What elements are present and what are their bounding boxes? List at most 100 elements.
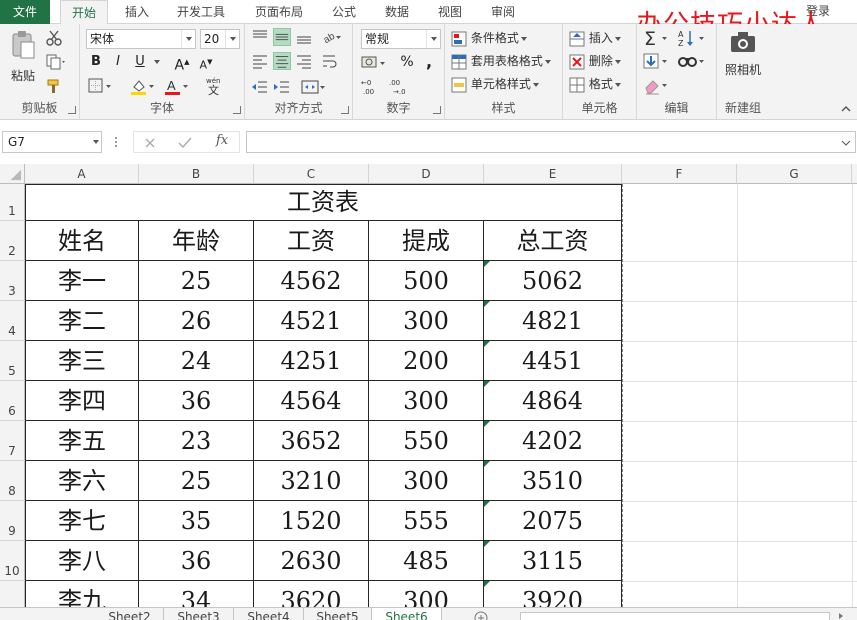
table-cell-commission[interactable]: 300 bbox=[369, 301, 484, 341]
table-cell-total[interactable]: 3510 bbox=[484, 461, 622, 501]
alignment-launcher[interactable] bbox=[341, 106, 349, 114]
table-cell-commission[interactable]: 300 bbox=[369, 581, 484, 607]
tab-insert[interactable]: 插入 bbox=[114, 0, 160, 24]
decrease-decimal-icon[interactable]: .00→.0 bbox=[389, 78, 411, 96]
row-header-11[interactable] bbox=[0, 581, 25, 607]
clipboard-launcher[interactable] bbox=[68, 106, 76, 114]
table-cell-commission[interactable]: 300 bbox=[369, 461, 484, 501]
cancel-icon[interactable] bbox=[144, 137, 156, 149]
table-cell-salary[interactable]: 3210 bbox=[254, 461, 369, 501]
font-color-icon[interactable]: A bbox=[164, 78, 190, 96]
name-box[interactable]: G7 bbox=[2, 131, 102, 153]
sheet-tab-sheet3[interactable]: Sheet3 bbox=[164, 608, 234, 620]
table-cell-salary[interactable]: 2630 bbox=[254, 541, 369, 581]
row-header-6[interactable]: 6 bbox=[0, 381, 25, 421]
table-cell-salary[interactable]: 4521 bbox=[254, 301, 369, 341]
tab-review[interactable]: 审阅 bbox=[480, 0, 526, 24]
expand-formula-bar-icon[interactable] bbox=[841, 140, 851, 146]
shrink-font-button[interactable]: A▼ bbox=[196, 52, 216, 72]
table-cell-salary[interactable]: 4251 bbox=[254, 341, 369, 381]
row-header-10[interactable]: 10 bbox=[0, 541, 25, 581]
wrap-text-icon[interactable] bbox=[321, 52, 343, 70]
sheet-tab-sheet4[interactable]: Sheet4 bbox=[234, 608, 304, 620]
align-bottom-icon[interactable] bbox=[295, 28, 313, 46]
table-cell-salary[interactable]: 3652 bbox=[254, 421, 369, 461]
grow-font-button[interactable]: A▲ bbox=[172, 52, 192, 74]
table-cell-name[interactable]: 李七 bbox=[25, 501, 139, 541]
table-cell-salary[interactable]: 1520 bbox=[254, 501, 369, 541]
paste-button[interactable]: 粘贴 bbox=[6, 30, 40, 86]
table-cell-age[interactable]: 36 bbox=[139, 541, 254, 581]
format-as-table-button[interactable]: 套用表格格式 bbox=[451, 51, 551, 71]
add-sheet-icon[interactable] bbox=[474, 611, 488, 620]
formula-input[interactable] bbox=[246, 131, 856, 153]
column-header-g[interactable]: G bbox=[737, 164, 852, 184]
fill-icon[interactable] bbox=[643, 52, 671, 72]
horizontal-scrollbar[interactable] bbox=[520, 612, 830, 620]
table-cell-name[interactable]: 李三 bbox=[25, 341, 139, 381]
fill-color-icon[interactable] bbox=[130, 78, 156, 96]
phonetic-guide-icon[interactable]: wén文 bbox=[204, 76, 226, 96]
row-header-8[interactable]: 8 bbox=[0, 461, 25, 501]
bold-button[interactable]: B bbox=[86, 52, 106, 72]
row-header-4[interactable]: 4 bbox=[0, 301, 25, 341]
orientation-icon[interactable]: ab bbox=[321, 28, 343, 46]
underline-button[interactable]: U bbox=[130, 52, 150, 72]
table-cell-total[interactable]: 4864 bbox=[484, 381, 622, 421]
sheet-tab-sheet6[interactable]: Sheet6 bbox=[372, 608, 442, 620]
tab-data[interactable]: 数据 bbox=[374, 0, 420, 24]
decrease-indent-icon[interactable] bbox=[251, 78, 269, 96]
table-cell-commission[interactable]: 550 bbox=[369, 421, 484, 461]
table-cell-name[interactable]: 李九 bbox=[25, 581, 139, 607]
table-cell-age[interactable]: 25 bbox=[139, 261, 254, 301]
table-cell-total[interactable]: 3920 bbox=[484, 581, 622, 607]
camera-button[interactable]: 照相机 bbox=[719, 30, 767, 78]
accounting-format-icon[interactable] bbox=[361, 54, 389, 72]
table-cell-total[interactable]: 4451 bbox=[484, 341, 622, 381]
header-cell-commission[interactable]: 提成 bbox=[369, 221, 484, 261]
align-center-icon[interactable] bbox=[273, 52, 291, 70]
table-cell-commission[interactable]: 555 bbox=[369, 501, 484, 541]
format-cells-button[interactable]: 格式 bbox=[569, 74, 621, 94]
align-right-icon[interactable] bbox=[295, 52, 313, 70]
table-cell-total[interactable]: 2075 bbox=[484, 501, 622, 541]
column-header-b[interactable]: B bbox=[139, 164, 254, 184]
align-left-icon[interactable] bbox=[251, 52, 269, 70]
table-cell-age[interactable]: 36 bbox=[139, 381, 254, 421]
row-header-5[interactable]: 5 bbox=[0, 341, 25, 381]
font-size-select[interactable]: 20 bbox=[200, 29, 240, 49]
table-cell-salary[interactable]: 4564 bbox=[254, 381, 369, 421]
tab-page-layout[interactable]: 页面布局 bbox=[246, 0, 312, 24]
header-cell-name[interactable]: 姓名 bbox=[25, 221, 139, 261]
column-header-f[interactable]: F bbox=[622, 164, 737, 184]
table-cell-age[interactable]: 25 bbox=[139, 461, 254, 501]
font-launcher[interactable] bbox=[233, 106, 241, 114]
autosum-icon[interactable]: Σ bbox=[643, 28, 671, 48]
table-cell-age[interactable]: 23 bbox=[139, 421, 254, 461]
format-painter-icon[interactable] bbox=[46, 78, 62, 94]
table-cell-name[interactable]: 李八 bbox=[25, 541, 139, 581]
font-name-select[interactable]: 宋体 bbox=[86, 29, 196, 49]
row-header-1[interactable]: 1 bbox=[0, 184, 25, 221]
table-cell-age[interactable]: 24 bbox=[139, 341, 254, 381]
tab-developer[interactable]: 开发工具 bbox=[168, 0, 234, 24]
tab-formulas[interactable]: 公式 bbox=[322, 0, 366, 24]
sheet-title-cell[interactable]: 工资表 bbox=[25, 184, 622, 221]
table-cell-age[interactable]: 35 bbox=[139, 501, 254, 541]
column-header-d[interactable]: D bbox=[369, 164, 484, 184]
table-cell-total[interactable]: 3115 bbox=[484, 541, 622, 581]
copy-icon[interactable] bbox=[46, 54, 68, 70]
tab-home[interactable]: 开始 bbox=[60, 0, 108, 25]
table-cell-age[interactable]: 26 bbox=[139, 301, 254, 341]
table-cell-commission[interactable]: 485 bbox=[369, 541, 484, 581]
table-cell-total[interactable]: 4202 bbox=[484, 421, 622, 461]
insert-cells-button[interactable]: 插入 bbox=[569, 28, 621, 48]
column-header-e[interactable]: E bbox=[484, 164, 622, 184]
table-cell-commission[interactable]: 500 bbox=[369, 261, 484, 301]
table-cell-total[interactable]: 4821 bbox=[484, 301, 622, 341]
table-cell-salary[interactable]: 4562 bbox=[254, 261, 369, 301]
scroll-right-icon[interactable] bbox=[836, 612, 846, 620]
table-cell-name[interactable]: 李二 bbox=[25, 301, 139, 341]
header-cell-total[interactable]: 总工资 bbox=[484, 221, 622, 261]
align-middle-icon[interactable] bbox=[273, 28, 291, 46]
